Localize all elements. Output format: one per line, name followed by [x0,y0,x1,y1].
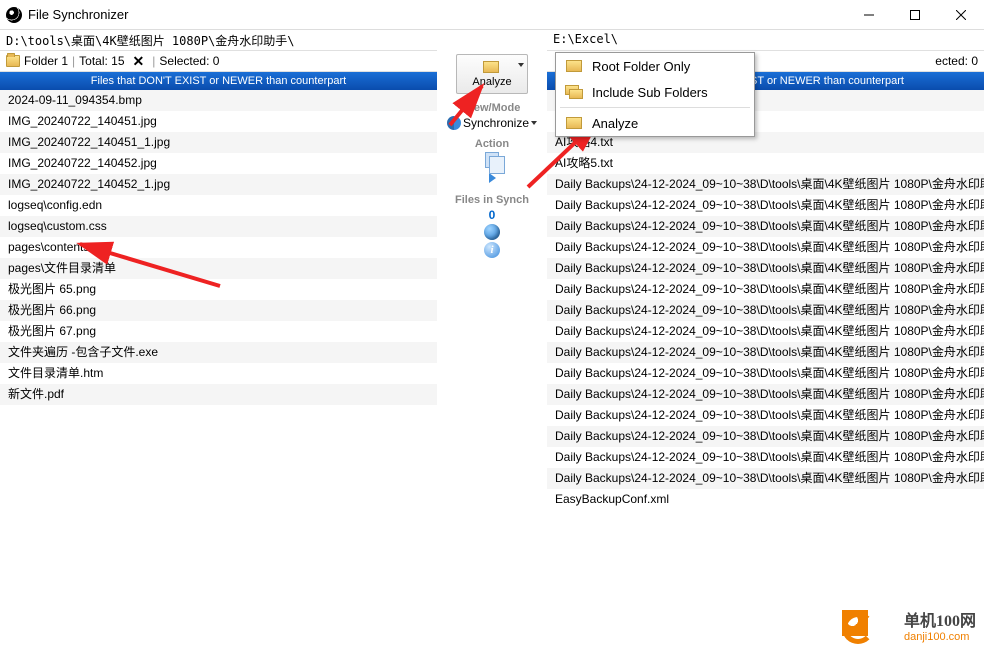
sync-count: 0 [489,208,496,222]
file-row[interactable]: 文件夹遍历 -包含子文件.exe [0,342,437,363]
analyze-icon [564,115,584,131]
dropdown-caret-icon [531,121,537,125]
minimize-button[interactable] [846,0,892,30]
info-button[interactable]: i [484,242,500,258]
file-row[interactable]: Daily Backups\24-12-2024_09~10~38\D\tool… [547,174,984,195]
close-button[interactable] [938,0,984,30]
dropdown-label: Include Sub Folders [592,85,708,100]
analyze-dropdown: Root Folder Only Include Sub Folders Ana… [555,52,755,137]
copy-icon [485,152,499,168]
folders-icon [564,84,584,100]
file-row[interactable]: Daily Backups\24-12-2024_09~10~38\D\tool… [547,426,984,447]
file-row[interactable]: Daily Backups\24-12-2024_09~10~38\D\tool… [547,405,984,426]
file-row[interactable]: pages\文件目录清单 [0,258,437,279]
maximize-icon [910,10,920,20]
file-row[interactable]: Daily Backups\24-12-2024_09~10~38\D\tool… [547,468,984,489]
right-pane: ected: 0 IST or NEWER than counterpart A… [547,50,984,650]
selected-label-right: ected: 0 [935,54,978,68]
file-row[interactable]: 极光图片 67.png [0,321,437,342]
clear-icon[interactable]: ✕ [129,53,149,70]
file-row[interactable]: EasyBackupConf.xml [547,489,984,510]
file-row[interactable]: logseq\config.edn [0,195,437,216]
synchronize-label: Synchronize [463,116,529,130]
action-label: Action [475,138,509,150]
info-icon: i [484,242,500,258]
copy-button[interactable] [484,152,500,168]
analyze-button[interactable]: Analyze [456,54,528,94]
files-in-sync-label: Files in Synch [455,194,529,206]
web-button[interactable] [484,224,500,240]
separator: | [72,54,75,68]
file-row[interactable]: pages\contents.md [0,237,437,258]
watermark-logo: + [842,610,898,646]
file-row[interactable]: AI攻略5.txt [547,153,984,174]
close-icon [956,10,966,20]
file-row[interactable]: Daily Backups\24-12-2024_09~10~38\D\tool… [547,342,984,363]
globe-icon [484,224,500,240]
left-file-list[interactable]: 2024-09-11_094354.bmpIMG_20240722_140451… [0,90,437,650]
file-row[interactable]: Daily Backups\24-12-2024_09~10~38\D\tool… [547,258,984,279]
dropdown-analyze[interactable]: Analyze [556,110,754,136]
file-row[interactable]: Daily Backups\24-12-2024_09~10~38\D\tool… [547,447,984,468]
file-row[interactable]: Daily Backups\24-12-2024_09~10~38\D\tool… [547,279,984,300]
folder-icon [6,55,20,67]
file-row[interactable]: IMG_20240722_140451.jpg [0,111,437,132]
file-row[interactable]: IMG_20240722_140452.jpg [0,153,437,174]
selected-label: Selected: 0 [159,54,219,68]
dropdown-label: Analyze [592,116,638,131]
file-row[interactable]: Daily Backups\24-12-2024_09~10~38\D\tool… [547,237,984,258]
separator: | [152,54,155,68]
dropdown-caret-icon [518,63,524,67]
file-row[interactable]: 文件目录清单.htm [0,363,437,384]
file-row[interactable]: 极光图片 65.png [0,279,437,300]
dropdown-label: Root Folder Only [592,59,690,74]
file-row[interactable]: Daily Backups\24-12-2024_09~10~38\D\tool… [547,216,984,237]
synchronize-button[interactable]: Synchronize [447,116,537,130]
app-icon [6,7,22,23]
file-row[interactable]: 新文件.pdf [0,384,437,405]
watermark-en: danji100.com [904,631,976,643]
analyze-label: Analyze [472,76,511,88]
watermark: + 单机100网 danji100.com [842,610,976,646]
dropdown-separator [560,107,750,108]
folder-label[interactable]: Folder 1 [24,54,68,68]
file-row[interactable]: Daily Backups\24-12-2024_09~10~38\D\tool… [547,300,984,321]
right-file-list[interactable]: AI攻略2.txtAI攻略3.txtAI攻略4.txtAI攻略5.txtDail… [547,90,984,650]
file-row[interactable]: 2024-09-11_094354.bmp [0,90,437,111]
arrow-right-icon [489,173,496,183]
maximize-button[interactable] [892,0,938,30]
view-mode-label: View/Mode [464,102,521,114]
file-row[interactable]: Daily Backups\24-12-2024_09~10~38\D\tool… [547,384,984,405]
dropdown-root-only[interactable]: Root Folder Only [556,53,754,79]
folder-icon [564,58,584,74]
minimize-icon [864,10,874,20]
file-row[interactable]: Daily Backups\24-12-2024_09~10~38\D\tool… [547,363,984,384]
left-path[interactable]: D:\tools\桌面\4K壁纸图片 1080P\金舟水印助手\ [0,30,437,50]
dropdown-include-sub[interactable]: Include Sub Folders [556,79,754,105]
file-row[interactable]: IMG_20240722_140452_1.jpg [0,174,437,195]
middle-panel: Analyze View/Mode Synchronize Action Fil… [437,50,547,650]
left-pane: Folder 1 | Total: 15 ✕ | Selected: 0 Fil… [0,50,437,650]
path-row: D:\tools\桌面\4K壁纸图片 1080P\金舟水印助手\ E:\Exce… [0,30,984,50]
analyze-icon [483,61,501,75]
window-title: File Synchronizer [28,7,128,22]
right-path[interactable]: E:\Excel\ [547,30,984,50]
left-pane-header: Folder 1 | Total: 15 ✕ | Selected: 0 [0,50,437,72]
file-row[interactable]: Daily Backups\24-12-2024_09~10~38\D\tool… [547,321,984,342]
window-controls [846,0,984,30]
file-row[interactable]: Daily Backups\24-12-2024_09~10~38\D\tool… [547,195,984,216]
total-label: Total: 15 [79,54,124,68]
sync-icon [447,116,461,130]
watermark-cn: 单机100网 [904,613,976,631]
titlebar: File Synchronizer [0,0,984,30]
file-row[interactable]: 极光图片 66.png [0,300,437,321]
file-row[interactable]: IMG_20240722_140451_1.jpg [0,132,437,153]
file-row[interactable]: logseq\custom.css [0,216,437,237]
left-list-header[interactable]: Files that DON'T EXIST or NEWER than cou… [0,72,437,90]
